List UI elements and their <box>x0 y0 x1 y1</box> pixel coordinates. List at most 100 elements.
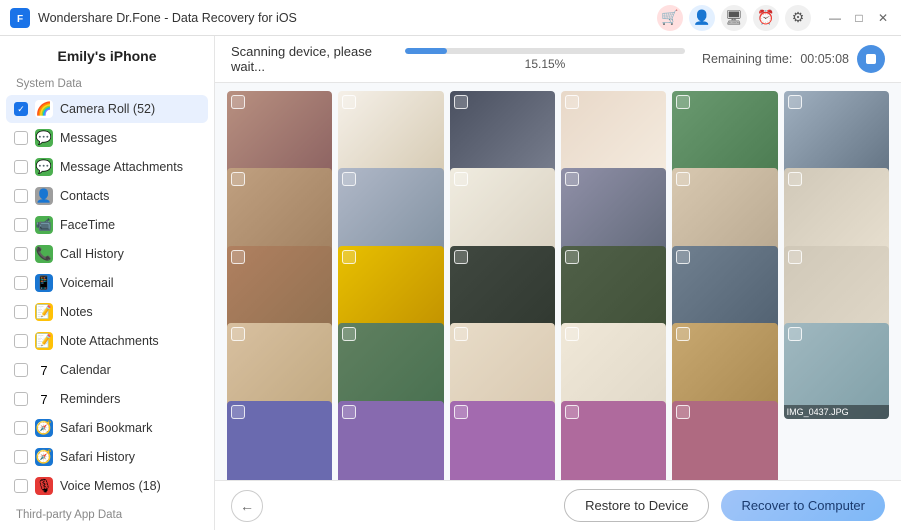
sidebar-item-calendar[interactable]: 7Calendar <box>6 356 208 384</box>
checkbox-voice-memos[interactable] <box>14 479 28 493</box>
photo-checkbox[interactable] <box>565 95 579 109</box>
minimize-button[interactable]: — <box>827 10 843 26</box>
photo-checkbox[interactable] <box>676 327 690 341</box>
sidebar-items: 🌈 Camera Roll (52) 💬Messages💬Message Attac… <box>0 94 214 501</box>
icon-safari-history: 🧭 <box>35 448 53 466</box>
sidebar-item-facetime[interactable]: 📹FaceTime <box>6 211 208 239</box>
checkbox-messages[interactable] <box>14 131 28 145</box>
restore-to-device-button[interactable]: Restore to Device <box>564 489 709 522</box>
photo-checkbox[interactable] <box>231 327 245 341</box>
photo-grid: IMG_0413.JPGIMG_0414.JPGIMG_0414.JPGIMG_… <box>215 83 901 480</box>
label-note-attachments: Note Attachments <box>60 334 196 348</box>
checkbox-safari-bookmark[interactable] <box>14 421 28 435</box>
icon-reminders: 7 <box>35 390 53 408</box>
photo-cell[interactable]: IMG_0438.JPG <box>227 401 332 480</box>
photo-checkbox[interactable] <box>676 405 690 419</box>
photo-checkbox[interactable] <box>788 172 802 186</box>
photo-checkbox[interactable] <box>231 405 245 419</box>
sidebar: Emily's iPhone System Data 🌈Camera Roll … <box>0 36 215 530</box>
photo-checkbox[interactable] <box>454 95 468 109</box>
system-data-label: System Data <box>0 72 214 94</box>
content-area: Scanning device, please wait... 15.15% R… <box>215 36 901 530</box>
top-bar: Scanning device, please wait... 15.15% R… <box>215 36 901 83</box>
label-calendar: Calendar <box>60 363 196 377</box>
photo-checkbox[interactable] <box>342 405 356 419</box>
checkbox-notes[interactable] <box>14 305 28 319</box>
photo-checkbox[interactable] <box>342 172 356 186</box>
photo-checkbox[interactable] <box>231 172 245 186</box>
photo-checkbox[interactable] <box>676 172 690 186</box>
photo-checkbox[interactable] <box>788 250 802 264</box>
photo-cell[interactable]: IMG_0442.JPG <box>672 401 777 480</box>
user-icon[interactable]: 👤 <box>689 5 715 31</box>
sidebar-item-voice-memos[interactable]: 🎙Voice Memos (18) <box>6 472 208 500</box>
toolbar-icons: 🛒 👤 🖥 ⏰ ⚙ <box>657 5 811 31</box>
label-safari-history: Safari History <box>60 450 196 464</box>
label-notes: Notes <box>60 305 196 319</box>
photo-cell[interactable]: IMG_0440.JPG <box>450 401 555 480</box>
photo-checkbox[interactable] <box>565 405 579 419</box>
back-button[interactable]: ← <box>231 490 263 522</box>
clock-icon[interactable]: ⏰ <box>753 5 779 31</box>
checkbox-call-history[interactable] <box>14 247 28 261</box>
bottom-actions: Restore to Device Recover to Computer <box>564 489 885 522</box>
photo-checkbox[interactable] <box>565 250 579 264</box>
photo-cell[interactable]: IMG_0441.JPG <box>561 401 666 480</box>
photo-checkbox[interactable] <box>454 172 468 186</box>
checkbox-voicemail[interactable] <box>14 276 28 290</box>
checkbox-reminders[interactable] <box>14 392 28 406</box>
icon-camera-roll: 🌈 <box>35 100 53 118</box>
maximize-button[interactable]: □ <box>851 10 867 26</box>
sidebar-item-camera-roll[interactable]: 🌈 Camera Roll (52) <box>6 95 208 123</box>
sidebar-item-notes[interactable]: 📝Notes <box>6 298 208 326</box>
stop-scan-button[interactable] <box>857 45 885 73</box>
recover-to-computer-button[interactable]: Recover to Computer <box>721 490 885 521</box>
icon-facetime: 📹 <box>35 216 53 234</box>
photo-checkbox[interactable] <box>676 250 690 264</box>
photo-checkbox[interactable] <box>342 327 356 341</box>
sidebar-item-call-history[interactable]: 📞Call History <box>6 240 208 268</box>
remaining-time-container: Remaining time: 00:05:08 <box>702 45 885 73</box>
photo-checkbox[interactable] <box>454 250 468 264</box>
remaining-value: 00:05:08 <box>800 52 849 66</box>
settings-icon[interactable]: ⚙ <box>785 5 811 31</box>
checkbox-safari-history[interactable] <box>14 450 28 464</box>
checkbox-message-attachments[interactable] <box>14 160 28 174</box>
label-call-history: Call History <box>60 247 196 261</box>
sidebar-item-note-attachments[interactable]: 📝Note Attachments <box>6 327 208 355</box>
sidebar-item-voicemail[interactable]: 📱 Voicemail <box>6 269 208 297</box>
photo-checkbox[interactable] <box>342 250 356 264</box>
photo-checkbox[interactable] <box>676 95 690 109</box>
sidebar-item-messages[interactable]: 💬Messages <box>6 124 208 152</box>
sidebar-item-reminders[interactable]: 7Reminders <box>6 385 208 413</box>
label-camera-roll: Camera Roll (52) <box>60 102 196 116</box>
icon-contacts: 👤 <box>35 187 53 205</box>
photo-checkbox[interactable] <box>454 405 468 419</box>
photo-checkbox[interactable] <box>565 172 579 186</box>
close-button[interactable]: ✕ <box>875 10 891 26</box>
cart-icon[interactable]: 🛒 <box>657 5 683 31</box>
screen-icon[interactable]: 🖥 <box>721 5 747 31</box>
label-voicemail: Voicemail <box>60 276 196 290</box>
photo-checkbox[interactable] <box>788 327 802 341</box>
label-voice-memos: Voice Memos (18) <box>60 479 196 493</box>
checkbox-camera-roll[interactable] <box>14 102 28 116</box>
photo-checkbox[interactable] <box>342 95 356 109</box>
sidebar-item-safari-history[interactable]: 🧭 Safari History <box>6 443 208 471</box>
checkbox-facetime[interactable] <box>14 218 28 232</box>
photo-checkbox[interactable] <box>454 327 468 341</box>
photo-cell[interactable]: IMG_0437.JPG <box>784 323 889 419</box>
icon-voicemail: 📱 <box>35 274 53 292</box>
sidebar-item-safari-bookmark[interactable]: 🧭Safari Bookmark <box>6 414 208 442</box>
checkbox-note-attachments[interactable] <box>14 334 28 348</box>
sidebar-item-message-attachments[interactable]: 💬Message Attachments <box>6 153 208 181</box>
photo-checkbox[interactable] <box>565 327 579 341</box>
photo-checkbox[interactable] <box>788 95 802 109</box>
progress-bar-fill <box>405 48 447 54</box>
checkbox-calendar[interactable] <box>14 363 28 377</box>
photo-cell[interactable]: IMG_0439.JPG <box>338 401 443 480</box>
photo-checkbox[interactable] <box>231 250 245 264</box>
checkbox-contacts[interactable] <box>14 189 28 203</box>
photo-checkbox[interactable] <box>231 95 245 109</box>
sidebar-item-contacts[interactable]: 👤Contacts <box>6 182 208 210</box>
